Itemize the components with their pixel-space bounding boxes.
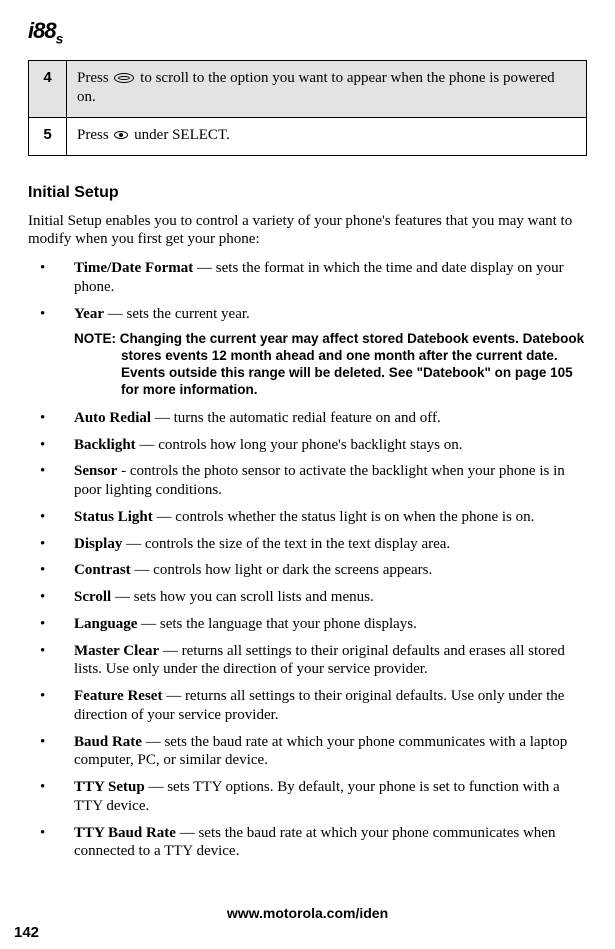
list-item: Baud Rate — sets the baud rate at which …	[28, 733, 587, 771]
feature-name: Scroll	[74, 589, 111, 605]
section-heading: Initial Setup	[28, 184, 587, 202]
list-item: Time/Date Format — sets the format in wh…	[28, 259, 587, 297]
list-item: Feature Reset — returns all settings to …	[28, 687, 587, 725]
feature-desc: — sets the baud rate at which your phone…	[74, 734, 567, 769]
list-item: Backlight — controls how long your phone…	[28, 436, 587, 455]
list-item: Status Light — controls whether the stat…	[28, 508, 587, 527]
feature-desc: — controls how long your phone's backlig…	[136, 437, 463, 453]
note-label: NOTE:	[74, 331, 120, 346]
feature-name: Sensor	[74, 463, 117, 479]
table-row: 5 Press under SELECT.	[29, 117, 587, 155]
steps-table: 4 Press to scroll to the option you want…	[28, 60, 587, 155]
feature-name: Feature Reset	[74, 688, 162, 704]
list-item: Year — sets the current year.	[28, 305, 587, 324]
feature-name: Auto Redial	[74, 410, 151, 426]
step-number: 4	[29, 61, 67, 118]
feature-name: Display	[74, 536, 122, 552]
footer-url: www.motorola.com/iden	[0, 905, 615, 921]
step-number: 5	[29, 117, 67, 155]
feature-list: Time/Date Format — sets the format in wh…	[28, 259, 587, 323]
list-item: Display — controls the size of the text …	[28, 535, 587, 554]
list-item: Sensor - controls the photo sensor to ac…	[28, 462, 587, 500]
feature-name: Baud Rate	[74, 734, 142, 750]
step-text: Press under SELECT.	[67, 117, 587, 155]
list-item: Master Clear — returns all settings to t…	[28, 642, 587, 680]
feature-desc: — sets how you can scroll lists and menu…	[111, 589, 373, 605]
feature-desc: — controls how light or dark the screens…	[131, 562, 433, 578]
feature-name: Time/Date Format	[74, 260, 193, 276]
note-text: Changing the current year may affect sto…	[120, 331, 584, 397]
feature-name: Master Clear	[74, 643, 159, 659]
feature-desc: — sets the language that your phone disp…	[137, 616, 417, 632]
intro-paragraph: Initial Setup enables you to control a v…	[28, 212, 587, 250]
list-item: Contrast — controls how light or dark th…	[28, 561, 587, 580]
feature-name: Language	[74, 616, 137, 632]
feature-list-cont: Auto Redial — turns the automatic redial…	[28, 409, 587, 861]
note-block: NOTE: Changing the current year may affe…	[74, 331, 587, 399]
list-item: Scroll — sets how you can scroll lists a…	[28, 588, 587, 607]
product-logo: i88s	[28, 18, 587, 46]
feature-name: Contrast	[74, 562, 131, 578]
feature-desc: — controls the size of the text in the t…	[122, 536, 450, 552]
list-item: TTY Baud Rate — sets the baud rate at wh…	[28, 824, 587, 862]
feature-desc: — sets the current year.	[104, 306, 250, 322]
page-number: 142	[14, 924, 39, 941]
feature-desc: - controls the photo sensor to activate …	[74, 463, 565, 498]
step-post: to scroll to the option you want to appe…	[77, 70, 555, 105]
step-text: Press to scroll to the option you want t…	[67, 61, 587, 118]
feature-name: Backlight	[74, 437, 136, 453]
list-item: TTY Setup — sets TTY options. By default…	[28, 778, 587, 816]
table-row: 4 Press to scroll to the option you want…	[29, 61, 587, 118]
step-pre: Press	[77, 127, 112, 143]
step-pre: Press	[77, 70, 112, 86]
scroll-icon	[114, 73, 134, 83]
feature-name: TTY Baud Rate	[74, 825, 176, 841]
list-item: Auto Redial — turns the automatic redial…	[28, 409, 587, 428]
step-post: under SELECT.	[130, 127, 229, 143]
feature-name: Year	[74, 306, 104, 322]
list-item: Language — sets the language that your p…	[28, 615, 587, 634]
feature-name: Status Light	[74, 509, 153, 525]
feature-name: TTY Setup	[74, 779, 145, 795]
feature-desc: — controls whether the status light is o…	[153, 509, 535, 525]
feature-desc: — sets TTY options. By default, your pho…	[74, 779, 560, 814]
feature-desc: — turns the automatic redial feature on …	[151, 410, 441, 426]
select-icon	[114, 131, 128, 139]
